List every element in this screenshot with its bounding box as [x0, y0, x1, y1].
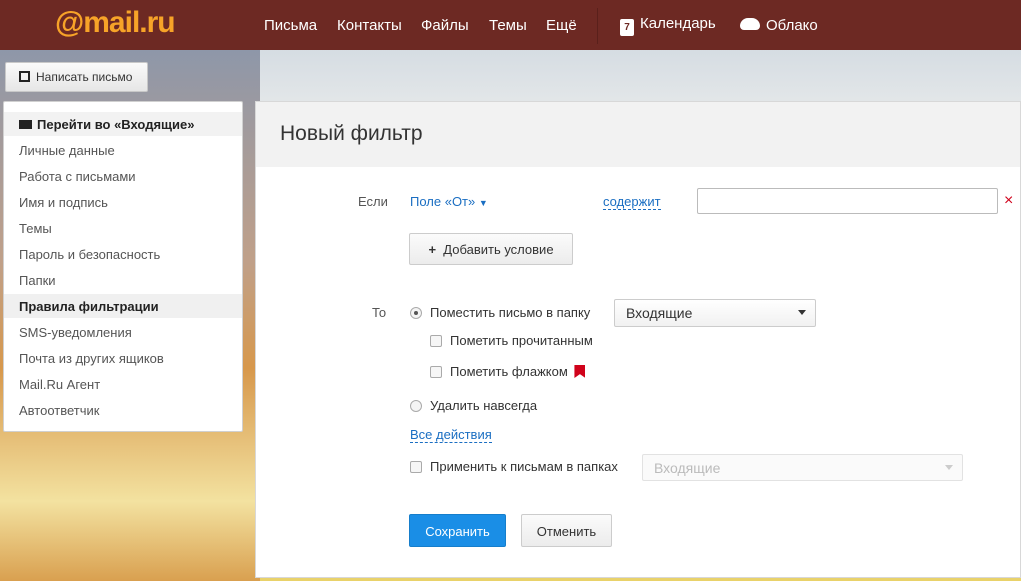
add-condition-label: Добавить условие [443, 242, 554, 257]
sidebar-item-label: Перейти во «Входящие» [37, 117, 195, 132]
sidebar-item-folders[interactable]: Папки [4, 268, 242, 292]
caret-down-icon [945, 465, 953, 470]
checkbox-icon [410, 461, 422, 473]
mark-read-label: Пометить прочитанным [450, 333, 593, 348]
apply-to-folders-label: Применить к письмам в папках [430, 459, 618, 474]
save-button[interactable]: Сохранить [409, 514, 506, 547]
nav-divider [597, 8, 598, 44]
edit-icon [19, 71, 30, 82]
sidebar-item-sms[interactable]: SMS-уведомления [4, 320, 242, 344]
nav-letters[interactable]: Письма [264, 17, 317, 34]
apply-to-folders-checkbox[interactable]: Применить к письмам в папках [410, 459, 618, 474]
apply-folder-select-value: Входящие [654, 460, 721, 476]
remove-condition-icon[interactable]: × [1004, 192, 1013, 210]
compose-label: Написать письмо [36, 70, 133, 84]
nav-contacts[interactable]: Контакты [337, 17, 402, 34]
compose-button[interactable]: Написать письмо [5, 62, 148, 92]
plus-icon: + [428, 242, 437, 257]
move-to-folder-label: Поместить письмо в папку [430, 305, 591, 320]
mailru-logo[interactable]: @mail.ru [55, 6, 176, 40]
sidebar-item-filters[interactable]: Правила фильтрации [4, 294, 242, 318]
nav-calendar-label: Календарь [640, 15, 716, 32]
radio-icon [410, 307, 422, 319]
sidebar-item-autoreply[interactable]: Автоответчик [4, 398, 242, 422]
flag-icon [574, 365, 586, 378]
nav-themes[interactable]: Темы [489, 17, 527, 34]
caret-down-icon [798, 310, 806, 315]
apply-folder-select[interactable]: Входящие [642, 454, 963, 481]
checkbox-icon [430, 335, 442, 347]
nav-cloud[interactable]: Облако [740, 17, 818, 34]
cancel-button[interactable]: Отменить [521, 514, 612, 547]
mark-flag-checkbox[interactable]: Пометить флажком [430, 364, 586, 379]
then-label: То [372, 305, 387, 320]
sidebar-item-security[interactable]: Пароль и безопасность [4, 242, 242, 266]
if-label: Если [358, 194, 388, 209]
caret-down-icon: ▼ [478, 198, 488, 208]
all-actions-link[interactable]: Все действия [410, 427, 492, 443]
sidebar-item-signature[interactable]: Имя и подпись [4, 190, 242, 214]
sidebar-item-inbox[interactable]: Перейти во «Входящие» [4, 112, 242, 136]
page-title: Новый фильтр [256, 102, 1020, 167]
nav-more[interactable]: Ещё [546, 17, 577, 34]
field-select-label: Поле «От» [410, 194, 476, 209]
checkbox-icon [430, 366, 442, 378]
mark-flag-label: Пометить флажком [450, 364, 568, 379]
condition-value-input[interactable] [697, 188, 998, 214]
radio-icon [410, 400, 422, 412]
filter-panel: Новый фильтр Если Поле «От» ▼ содержит ×… [255, 101, 1021, 578]
settings-sidebar: Перейти во «Входящие» Личные данные Рабо… [3, 101, 243, 432]
folder-select-value: Входящие [626, 305, 693, 321]
sidebar-item-themes[interactable]: Темы [4, 216, 242, 240]
sidebar-item-agent[interactable]: Mail.Ru Агент [4, 372, 242, 396]
nav-files[interactable]: Файлы [421, 17, 469, 34]
field-select[interactable]: Поле «От» ▼ [410, 194, 488, 209]
move-to-folder-radio[interactable]: Поместить письмо в папку [410, 305, 590, 320]
cloud-icon [740, 18, 760, 30]
envelope-icon [19, 120, 32, 129]
condition-select[interactable]: содержит [603, 194, 661, 210]
delete-forever-label: Удалить навсегда [430, 398, 538, 413]
sidebar-item-mail-work[interactable]: Работа с письмами [4, 164, 242, 188]
sidebar-item-collector[interactable]: Почта из других ящиков [4, 346, 242, 370]
delete-forever-radio[interactable]: Удалить навсегда [410, 398, 537, 413]
add-condition-button[interactable]: + Добавить условие [409, 233, 573, 265]
nav-cloud-label: Облако [766, 17, 818, 34]
nav-calendar[interactable]: 7 Календарь [620, 15, 716, 36]
top-header: @mail.ru Письма Контакты Файлы Темы Ещё … [0, 0, 1021, 50]
mark-read-checkbox[interactable]: Пометить прочитанным [430, 333, 593, 348]
sidebar-item-personal[interactable]: Личные данные [4, 138, 242, 162]
calendar-icon: 7 [620, 19, 634, 36]
folder-select[interactable]: Входящие [614, 299, 816, 327]
